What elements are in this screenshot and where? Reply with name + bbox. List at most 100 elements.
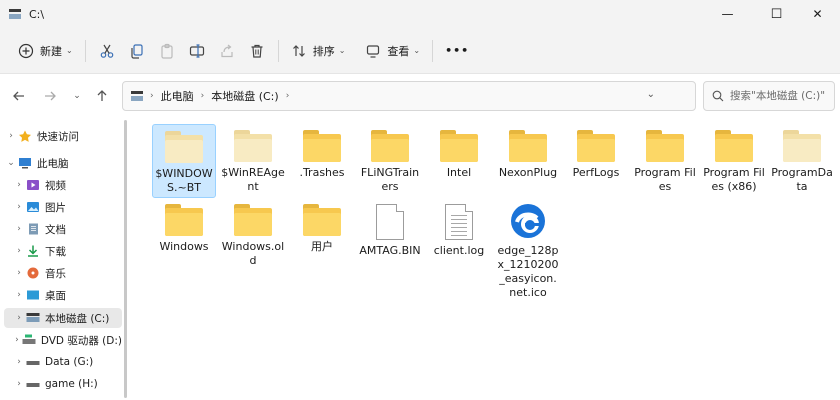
- view-icon: [367, 44, 380, 58]
- divider: [84, 39, 86, 62]
- chevron-right-icon[interactable]: ›: [12, 335, 22, 345]
- folder-icon: [303, 204, 341, 236]
- chevron-right-icon: ›: [150, 91, 154, 101]
- sidebar-item-music[interactable]: › 音乐: [4, 263, 122, 283]
- chevron-right-icon[interactable]: ›: [12, 313, 26, 323]
- more-icon: •••: [445, 44, 470, 57]
- chevron-right-icon[interactable]: ›: [12, 290, 26, 300]
- file-item[interactable]: Program Files: [633, 124, 697, 194]
- sidebar-scrollbar[interactable]: [124, 120, 127, 398]
- sidebar-item-local-disk-c[interactable]: › 本地磁盘 (C:): [4, 308, 122, 328]
- folder-icon: [715, 130, 753, 162]
- text-file-icon: [445, 204, 473, 240]
- sidebar-item-dvd-d[interactable]: › DVD 驱动器 (D:): [4, 330, 122, 350]
- sidebar-item-pictures[interactable]: › 图片: [4, 197, 122, 217]
- recent-locations-button[interactable]: ⌄: [63, 82, 91, 110]
- history-dropdown-icon[interactable]: ⌄: [647, 89, 655, 100]
- file-item[interactable]: $WINDOWS.~BT: [152, 124, 216, 198]
- file-item[interactable]: client.log: [427, 198, 491, 258]
- sidebar-item-downloads[interactable]: › 下载: [4, 241, 122, 261]
- folder-icon: [371, 130, 409, 162]
- chevron-right-icon[interactable]: ›: [12, 224, 26, 234]
- file-item[interactable]: .Trashes: [290, 124, 354, 180]
- sidebar-item-quick-access[interactable]: › 快速访问: [4, 126, 122, 146]
- sidebar-item-desktop[interactable]: › 桌面: [4, 285, 122, 305]
- file-name: edge_128px_1210200_easyicon.net.ico: [497, 244, 559, 299]
- divider: [277, 39, 279, 62]
- address-row: ⌄ › 此电脑 › 本地磁盘 (C:) › ⌄ ↻: [0, 74, 840, 118]
- folder-icon: [234, 204, 272, 236]
- file-item[interactable]: AMTAG.BIN: [358, 198, 422, 258]
- breadcrumb-local-disk[interactable]: 本地磁盘 (C:): [211, 88, 278, 104]
- sidebar-item-this-pc[interactable]: ⌄ 此电脑: [4, 153, 122, 173]
- back-button[interactable]: [5, 82, 33, 110]
- file-item[interactable]: $WinREAgent: [221, 124, 285, 194]
- paste-icon: [161, 43, 173, 59]
- arrow-right-icon: [45, 91, 56, 101]
- pictures-icon: [26, 201, 40, 213]
- folder-icon: [646, 130, 684, 162]
- chevron-right-icon[interactable]: ›: [12, 246, 26, 256]
- search-box[interactable]: [703, 81, 835, 111]
- trash-icon: [251, 44, 263, 58]
- file-item[interactable]: PerfLogs: [564, 124, 628, 180]
- file-item[interactable]: edge_128px_1210200_easyicon.net.ico: [496, 198, 560, 300]
- file-name: $WinREAgent: [221, 166, 285, 193]
- file-item[interactable]: Windows.old: [221, 198, 285, 268]
- more-button[interactable]: •••: [439, 35, 475, 67]
- up-button[interactable]: [88, 82, 116, 110]
- file-name: FLiNGTrainers: [360, 166, 420, 193]
- address-bar[interactable]: › 此电脑 › 本地磁盘 (C:) › ⌄ ↻: [122, 81, 721, 111]
- chevron-right-icon[interactable]: ›: [12, 268, 26, 278]
- new-button[interactable]: 新建 ⌄: [12, 35, 79, 67]
- chevron-right-icon[interactable]: ›: [12, 357, 26, 367]
- folder-icon: [783, 130, 821, 162]
- rename-icon: [189, 43, 204, 58]
- close-button[interactable]: ✕: [795, 0, 840, 28]
- new-label: 新建: [40, 44, 62, 58]
- sidebar-item-label: game (H:): [45, 378, 98, 390]
- chevron-right-icon[interactable]: ›: [12, 202, 26, 212]
- file-item[interactable]: Windows: [152, 198, 216, 254]
- chevron-right-icon[interactable]: ›: [12, 180, 26, 190]
- copy-button[interactable]: [122, 35, 152, 67]
- folder-icon: [577, 130, 615, 162]
- sidebar-item-label: 音乐: [45, 267, 66, 280]
- sidebar-item-videos[interactable]: › 视频: [4, 175, 122, 195]
- minimize-button[interactable]: —: [705, 0, 750, 28]
- view-button[interactable]: 查看 ⌄: [359, 35, 426, 67]
- file-item[interactable]: 用户: [290, 198, 354, 254]
- chevron-down-icon[interactable]: ⌄: [4, 158, 18, 168]
- dvd-icon: [22, 334, 36, 346]
- sidebar-item-data-g[interactable]: › Data (G:): [4, 352, 122, 372]
- file-item[interactable]: Intel: [427, 124, 491, 180]
- sidebar-item-label: 文档: [45, 223, 66, 236]
- desktop-icon: [26, 289, 40, 301]
- share-icon: [221, 44, 233, 57]
- file-item[interactable]: Program Files (x86): [702, 124, 766, 194]
- rename-button[interactable]: [182, 35, 212, 67]
- breadcrumb-this-pc[interactable]: 此电脑: [161, 88, 194, 104]
- chevron-down-icon: ⌄: [338, 46, 346, 55]
- delete-button[interactable]: [242, 35, 272, 67]
- file-item[interactable]: FLiNGTrainers: [358, 124, 422, 194]
- forward-button[interactable]: [36, 82, 64, 110]
- computer-icon: [18, 157, 32, 169]
- cut-button[interactable]: [92, 35, 122, 67]
- share-button[interactable]: [212, 35, 242, 67]
- sort-button[interactable]: 排序 ⌄: [285, 35, 352, 67]
- sidebar-item-documents[interactable]: › 文档: [4, 219, 122, 239]
- sidebar-item-game-h[interactable]: › game (H:): [4, 374, 122, 394]
- file-item[interactable]: ProgramData: [770, 124, 834, 194]
- sidebar-item-label: 快速访问: [37, 130, 79, 143]
- chevron-right-icon[interactable]: ›: [4, 131, 18, 141]
- window-icon: [9, 9, 21, 19]
- paste-button[interactable]: [152, 35, 182, 67]
- chevron-right-icon[interactable]: ›: [12, 379, 26, 389]
- window-title: C:\: [29, 7, 45, 21]
- search-icon: [712, 90, 724, 102]
- maximize-button[interactable]: ☐: [754, 0, 799, 28]
- search-input[interactable]: [730, 90, 834, 102]
- scissors-icon: [100, 44, 114, 58]
- file-item[interactable]: NexonPlug: [496, 124, 560, 180]
